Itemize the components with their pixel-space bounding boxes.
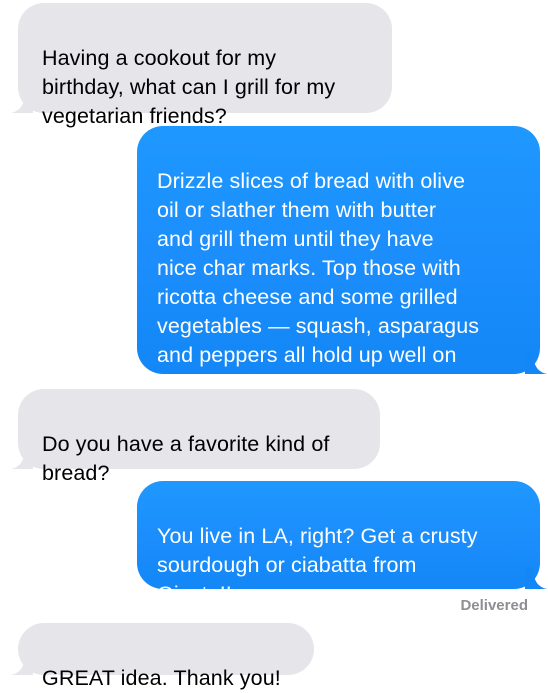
message-text: You live in LA, right? Get a crusty sour… [157, 524, 478, 606]
bubble-tail-icon [11, 447, 33, 469]
bubble-tail-icon [525, 567, 547, 589]
message-text: GREAT idea. Thank you! [42, 666, 281, 690]
message-text: Do you have a favorite kind of bread? [42, 432, 330, 485]
bubble-tail-icon [11, 653, 33, 675]
outgoing-message-bubble[interactable]: You live in LA, right? Get a crusty sour… [137, 481, 547, 606]
message-text: Having a cookout for my birthday, what c… [42, 46, 336, 128]
bubble-tail-icon [11, 91, 33, 113]
bubble-tail-icon [525, 352, 547, 374]
incoming-message-bubble[interactable]: GREAT idea. Thank you! [11, 623, 314, 690]
message-thread: Having a cookout for my birthday, what c… [0, 0, 548, 690]
incoming-message-bubble[interactable]: Having a cookout for my birthday, what c… [11, 3, 392, 128]
message-text: Drizzle slices of bread with olive oil o… [157, 169, 480, 396]
outgoing-message-bubble[interactable]: Drizzle slices of bread with olive oil o… [137, 126, 547, 396]
delivered-status: Delivered [460, 597, 528, 614]
incoming-message-bubble[interactable]: Do you have a favorite kind of bread? [11, 389, 380, 485]
